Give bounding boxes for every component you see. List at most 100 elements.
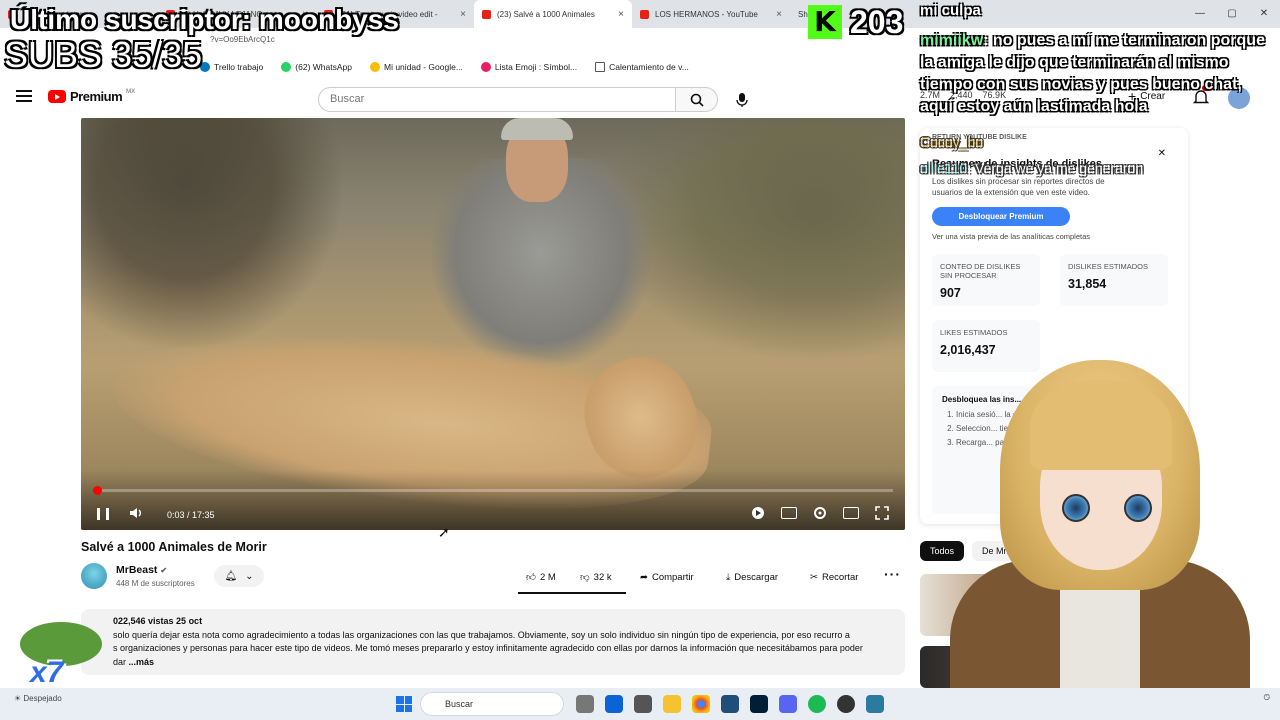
bookmark-item[interactable]: Lista Emoji : Símbol... bbox=[480, 62, 577, 72]
video-player[interactable]: 0:03 / 17:35 bbox=[81, 118, 905, 530]
progress-bar[interactable] bbox=[93, 486, 893, 495]
video-frame bbox=[81, 118, 341, 348]
window-controls: — ▢ ✕ bbox=[1184, 0, 1280, 28]
subscriber-count: 448 M de suscriptores bbox=[116, 579, 195, 588]
like-button[interactable]: 👍︎ 2 M bbox=[518, 566, 564, 588]
thumbs-down-icon: 👎︎ bbox=[580, 572, 590, 583]
windows-taskbar: ☀ Despejado Buscar 🕒︎ bbox=[0, 688, 1280, 720]
pause-button[interactable] bbox=[97, 508, 109, 520]
chat-message-top: mi culpa bbox=[920, 2, 981, 19]
more-actions-icon[interactable]: ··· bbox=[884, 566, 901, 582]
video-title: Salvé a 1000 Animales de Morir bbox=[81, 540, 267, 554]
weather-icon: ☀ bbox=[14, 694, 22, 703]
maximize-icon[interactable]: ▢ bbox=[1216, 0, 1248, 28]
preview-note[interactable]: Ver una vista previa de las analíticas c… bbox=[932, 232, 1090, 241]
taskbar-apps bbox=[576, 695, 884, 713]
show-more-link[interactable]: ...más bbox=[129, 657, 155, 667]
channel-name[interactable]: MrBeast ✔ bbox=[116, 564, 167, 576]
time-display: 0:03 / 17:35 bbox=[167, 510, 215, 520]
last-subscriber-overlay: Último suscriptor: moonbyss bbox=[10, 4, 399, 35]
bookmark-item[interactable]: Trello trabajo bbox=[200, 62, 263, 72]
chat-message-2: Cocoy_bo ollie110: Verga we ya me genera… bbox=[920, 134, 1144, 176]
close-window-icon[interactable]: ✕ bbox=[1248, 0, 1280, 28]
youtube-logo[interactable]: Premium MX bbox=[48, 89, 135, 104]
chat-username: ollie110 bbox=[920, 160, 968, 176]
share-button[interactable]: ➦ Compartir bbox=[632, 566, 702, 588]
chat-username: mimiikw bbox=[920, 32, 984, 49]
chat-message: mimiikw: no pues a mí me terminaron porq… bbox=[920, 32, 1265, 115]
panel-subtitle: Los dislikes sin procesar sin reportes d… bbox=[932, 177, 1105, 197]
obs-icon[interactable] bbox=[837, 695, 855, 713]
whatsapp-icon bbox=[281, 62, 292, 72]
stat-estimated-dislikes: DISLIKES ESTIMADOS 31,854 bbox=[1060, 254, 1168, 306]
settings-gear-icon[interactable] bbox=[813, 506, 827, 520]
description-box[interactable]: 022,546 vistas 25 oct solo quería dejar … bbox=[81, 609, 905, 675]
subs-counter-overlay: SUBS 35/35 bbox=[4, 34, 203, 75]
thumbs-up-icon: 👍︎ bbox=[526, 572, 536, 583]
player-controls-right bbox=[751, 506, 889, 520]
dislike-button[interactable]: 👎︎ 32 k bbox=[572, 566, 620, 588]
bookmark-item[interactable]: (62) WhatsApp bbox=[281, 62, 352, 72]
emoji-list-icon bbox=[480, 62, 491, 72]
weather-widget[interactable]: ☀ Despejado bbox=[14, 694, 62, 703]
download-icon: ⤓ bbox=[726, 571, 731, 583]
outlook-icon[interactable] bbox=[605, 695, 623, 713]
browser-tab[interactable]: LOS HERMANOS - YouTube × bbox=[632, 0, 790, 28]
fullscreen-icon[interactable] bbox=[875, 506, 889, 520]
subtitles-icon[interactable] bbox=[781, 507, 797, 519]
menu-icon[interactable] bbox=[16, 90, 32, 102]
unlock-premium-button[interactable]: Desbloquear Premium bbox=[932, 207, 1070, 226]
close-icon[interactable]: ✕ bbox=[1158, 148, 1166, 159]
vtuber-app-icon[interactable] bbox=[866, 695, 884, 713]
bell-icon: 🔔︎ bbox=[224, 570, 238, 582]
volume-icon[interactable] bbox=[129, 506, 145, 520]
download-button[interactable]: ⤓ Descargar bbox=[718, 566, 786, 588]
chrome-icon[interactable] bbox=[692, 695, 710, 713]
miniplayer-icon[interactable] bbox=[843, 507, 859, 519]
photoshop-icon[interactable] bbox=[750, 695, 768, 713]
vtube-studio-icon[interactable] bbox=[721, 695, 739, 713]
mouse-cursor-icon: ➚ bbox=[438, 524, 450, 540]
bookmark-item[interactable]: Mi unidad - Google... bbox=[370, 62, 463, 72]
like-dislike-ratio-bar bbox=[518, 592, 626, 594]
channel-avatar[interactable] bbox=[81, 563, 107, 589]
store-icon[interactable] bbox=[634, 695, 652, 713]
scissors-icon: ✂ bbox=[810, 571, 818, 583]
google-drive-icon bbox=[370, 62, 380, 72]
file-explorer-icon[interactable] bbox=[663, 695, 681, 713]
youtube-play-icon bbox=[48, 90, 66, 103]
minimize-icon[interactable]: — bbox=[1184, 0, 1216, 28]
windows-start-icon[interactable] bbox=[396, 696, 412, 712]
system-tray[interactable]: 🕒︎ bbox=[1264, 692, 1270, 704]
search-input[interactable]: Buscar bbox=[318, 87, 676, 112]
vtuber-eye bbox=[1062, 494, 1090, 522]
verified-icon: ✔ bbox=[160, 566, 168, 575]
discord-icon[interactable] bbox=[779, 695, 797, 713]
bookmark-folder[interactable]: Calentamiento de v... bbox=[595, 62, 689, 72]
spotify-icon[interactable] bbox=[808, 695, 826, 713]
close-tab-icon[interactable]: × bbox=[776, 9, 782, 20]
clip-button[interactable]: ✂ Recortar bbox=[802, 566, 866, 588]
vtuber-eye bbox=[1124, 494, 1152, 522]
chevron-down-icon: ⌄ bbox=[245, 570, 254, 582]
share-icon: ➦ bbox=[640, 571, 648, 583]
chat-username-secondary: Cocoy_bo bbox=[920, 134, 984, 150]
task-view-icon[interactable] bbox=[576, 695, 594, 713]
taskbar-search[interactable]: Buscar bbox=[420, 692, 564, 716]
chip-all[interactable]: Todos bbox=[920, 541, 965, 561]
close-tab-icon[interactable]: × bbox=[618, 9, 624, 20]
close-tab-icon[interactable]: × bbox=[460, 9, 466, 20]
folder-icon bbox=[595, 62, 606, 72]
search-button[interactable] bbox=[676, 87, 718, 112]
scrubber-handle[interactable] bbox=[93, 486, 102, 495]
clock-icon: 🕒︎ bbox=[1263, 693, 1270, 702]
stat-estimated-likes: LIKES ESTIMADOS 2,016,437 bbox=[932, 320, 1040, 372]
kick-logo-icon: K bbox=[808, 5, 842, 39]
search-icon bbox=[690, 93, 704, 107]
browser-tab-active[interactable]: (23) Salvé a 1000 Animales × bbox=[474, 0, 632, 28]
autoplay-icon[interactable] bbox=[751, 506, 765, 520]
subscription-bell-button[interactable]: 🔔︎ ⌄ bbox=[214, 565, 264, 587]
stat-raw-dislikes: CONTEO DE DISLIKES SIN PROCESAR 907 bbox=[932, 254, 1040, 306]
pepe-emote: x7 bbox=[12, 616, 104, 689]
microphone-icon[interactable] bbox=[730, 88, 754, 112]
